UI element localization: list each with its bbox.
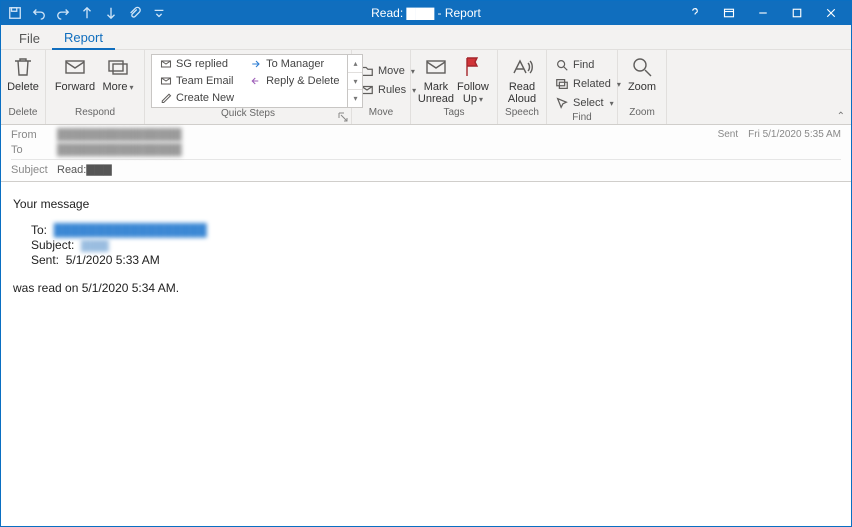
gallery-more-icon[interactable]: ▾: [348, 90, 362, 107]
quick-steps-gallery[interactable]: SG replied Team Email Create New To Mana…: [151, 54, 363, 108]
body-subject-value: ▇▇▇: [81, 238, 109, 252]
more-respond-button[interactable]: More▾: [98, 52, 138, 105]
group-label-move: Move: [352, 107, 410, 124]
quick-step-team-email[interactable]: Team Email: [160, 73, 234, 89]
read-aloud-icon: [509, 54, 535, 80]
group-label-respond: Respond: [46, 107, 144, 124]
sent-value: Fri 5/1/2020 5:35 AM: [748, 129, 841, 140]
header-to-row: To ████████████████: [11, 142, 841, 157]
undo-icon[interactable]: [29, 3, 49, 23]
group-quick-steps: SG replied Team Email Create New To Mana…: [145, 50, 352, 124]
ribbon: Delete Delete Forward More▾ Respond: [1, 50, 851, 125]
gallery-scroll[interactable]: ▴ ▾ ▾: [347, 55, 362, 107]
follow-up-button[interactable]: Follow Up▾: [455, 52, 491, 106]
quick-access-toolbar: [5, 3, 169, 23]
attachment-icon[interactable]: [125, 3, 145, 23]
from-value: ████████████████: [57, 129, 182, 141]
quick-step-to-manager[interactable]: To Manager: [250, 56, 339, 72]
body-sent-row: Sent: 5/1/2020 5:33 AM: [31, 253, 839, 267]
message-body: Your message To: ██████████████████ Subj…: [1, 182, 851, 526]
move-button[interactable]: Move▾: [358, 62, 418, 80]
zoom-button[interactable]: Zoom: [624, 52, 660, 105]
envelope-more-icon: [105, 54, 131, 80]
quick-step-create-new[interactable]: Create New: [160, 90, 234, 106]
envelope-forward-icon: [62, 54, 88, 80]
group-delete: Delete Delete: [1, 50, 46, 124]
save-icon[interactable]: [5, 3, 25, 23]
previous-item-icon[interactable]: [77, 3, 97, 23]
group-label-tags: Tags: [411, 107, 497, 124]
ribbon-display-icon[interactable]: [713, 1, 745, 25]
trash-icon: [10, 54, 36, 80]
quick-step-sg-replied[interactable]: SG replied: [160, 56, 234, 72]
magnifier-icon: [629, 54, 655, 80]
header-subject-row: Subject Read:▇▇▇: [11, 159, 841, 177]
group-label-find: Find: [547, 112, 617, 124]
group-zoom: Zoom Zoom: [618, 50, 667, 124]
body-to-row: To: ██████████████████: [31, 223, 839, 237]
body-intro: Your message: [13, 197, 839, 211]
to-label: To: [11, 144, 57, 156]
gallery-up-icon[interactable]: ▴: [348, 55, 362, 73]
group-label-delete: Delete: [1, 107, 45, 124]
group-speech: Read Aloud Speech: [498, 50, 547, 124]
group-find: Find Related▾ Select▾ Find: [547, 50, 618, 124]
group-label-quick-steps: Quick Steps: [145, 108, 351, 124]
group-label-zoom: Zoom: [618, 107, 666, 124]
qat-dropdown-icon[interactable]: [149, 3, 169, 23]
collapse-ribbon-icon[interactable]: ⌃: [837, 111, 845, 122]
body-to-value: ██████████████████: [54, 223, 207, 237]
flag-icon: [460, 54, 486, 80]
group-tags: Mark Unread Follow Up▾ Tags: [411, 50, 498, 124]
subject-value: Read:▇▇▇: [57, 163, 112, 176]
outlook-window: Read: ▇▇▇ - Report File Report Delete De…: [0, 0, 852, 527]
quick-step-reply-delete[interactable]: Reply & Delete: [250, 73, 339, 89]
group-respond: Forward More▾ Respond: [46, 50, 145, 124]
ribbon-tabs: File Report: [1, 25, 851, 50]
tab-report[interactable]: Report: [52, 26, 115, 50]
find-button[interactable]: Find: [553, 56, 623, 74]
dialog-launcher-icon[interactable]: [338, 112, 348, 122]
group-label-speech: Speech: [498, 107, 546, 124]
minimize-icon[interactable]: [747, 1, 779, 25]
message-header: From ████████████████ Sent Fri 5/1/2020 …: [1, 125, 851, 182]
body-sent-value: 5/1/2020 5:33 AM: [66, 253, 160, 267]
from-label: From: [11, 129, 57, 141]
tab-file[interactable]: File: [7, 27, 52, 49]
gallery-down-icon[interactable]: ▾: [348, 73, 362, 91]
header-from-row: From ████████████████ Sent Fri 5/1/2020 …: [11, 127, 841, 142]
select-button[interactable]: Select▾: [553, 94, 623, 112]
title-bar: Read: ▇▇▇ - Report: [1, 1, 851, 25]
body-read-line: was read on 5/1/2020 5:34 AM.: [13, 281, 839, 295]
maximize-icon[interactable]: [781, 1, 813, 25]
forward-button[interactable]: Forward: [52, 52, 98, 105]
redo-icon[interactable]: [53, 3, 73, 23]
close-icon[interactable]: [815, 1, 847, 25]
to-value: ████████████████: [57, 144, 182, 156]
sent-label: Sent: [718, 129, 739, 140]
window-controls: [679, 1, 847, 25]
rules-button[interactable]: Rules▾: [358, 81, 418, 99]
read-aloud-button[interactable]: Read Aloud: [504, 52, 540, 105]
related-button[interactable]: Related▾: [553, 75, 623, 93]
body-subject-row: Subject: ▇▇▇: [31, 238, 839, 252]
delete-button[interactable]: Delete: [7, 52, 39, 105]
envelope-icon: [423, 54, 449, 80]
subject-label: Subject: [11, 164, 57, 176]
help-icon[interactable]: [679, 1, 711, 25]
mark-unread-button[interactable]: Mark Unread: [417, 52, 455, 105]
next-item-icon[interactable]: [101, 3, 121, 23]
